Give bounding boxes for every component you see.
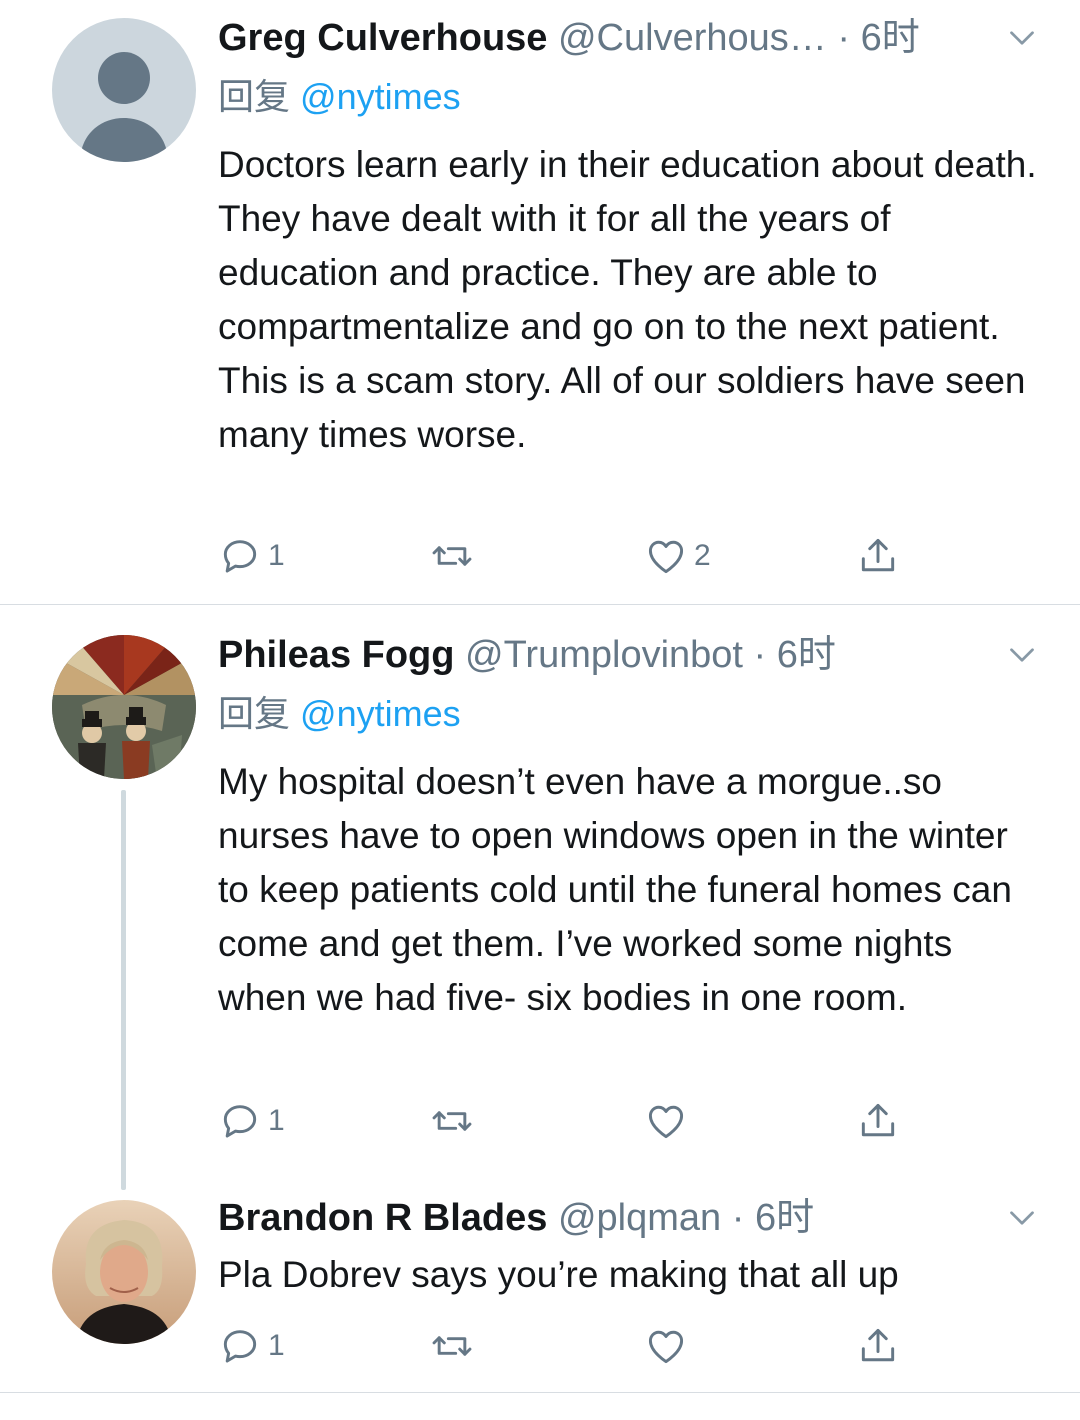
retweet-icon: [430, 534, 474, 578]
tweet-content: Greg Culverhouse @Culverhous… · 6时 回复 @n…: [218, 14, 1040, 462]
display-name[interactable]: Brandon R Blades: [218, 1197, 547, 1239]
user-handle[interactable]: @Trumplovinbot: [465, 634, 743, 676]
like-button[interactable]: 2: [644, 532, 711, 580]
share-button[interactable]: [856, 532, 900, 580]
reply-button[interactable]: 1: [218, 532, 285, 580]
reply-prefix: 回复: [218, 76, 291, 117]
tweet-text: Doctors learn early in their education a…: [218, 144, 1037, 455]
avatar[interactable]: [52, 635, 196, 779]
retweet-button[interactable]: [430, 1322, 480, 1370]
share-icon: [856, 534, 900, 578]
reply-button[interactable]: 1: [218, 1097, 285, 1145]
retweet-icon: [430, 1099, 474, 1143]
tweet-header: Phileas Fogg @Trumplovinbot · 6时: [218, 631, 1040, 679]
chevron-down-icon[interactable]: [1004, 637, 1040, 673]
reply-count: 1: [268, 1104, 285, 1137]
tweet-header: Greg Culverhouse @Culverhous… · 6时: [218, 14, 1040, 62]
timestamp[interactable]: 6时: [861, 17, 920, 59]
tweet-actions: 1: [218, 1322, 918, 1370]
retweet-button[interactable]: [430, 532, 480, 580]
share-button[interactable]: [856, 1097, 900, 1145]
mention-link[interactable]: @nytimes: [300, 693, 461, 734]
chevron-down-icon[interactable]: [1004, 1200, 1040, 1236]
separator-dot: ·: [731, 1197, 745, 1239]
balloon-illustration-icon: [52, 635, 196, 779]
avatar[interactable]: [52, 18, 196, 162]
reply-count: 1: [268, 539, 285, 572]
user-handle[interactable]: @Culverhous…: [558, 17, 827, 59]
reply-prefix: 回复: [218, 693, 291, 734]
display-name[interactable]: Phileas Fogg: [218, 634, 454, 676]
retweet-button[interactable]: [430, 1097, 480, 1145]
tweet-content: Phileas Fogg @Trumplovinbot · 6时 回复 @nyt…: [218, 631, 1040, 1025]
avatar[interactable]: [52, 1200, 196, 1344]
person-photo-icon: [52, 1200, 196, 1344]
default-avatar-icon: [52, 18, 196, 162]
retweet-icon: [430, 1324, 474, 1368]
tweet-text: My hospital doesn’t even have a morgue..…: [218, 761, 1012, 1018]
like-count: 2: [694, 539, 711, 572]
reply-count: 1: [268, 1329, 285, 1362]
reply-icon: [218, 1324, 262, 1368]
tweet[interactable]: Phileas Fogg @Trumplovinbot · 6时 回复 @nyt…: [0, 605, 1080, 1180]
user-handle[interactable]: @plqman: [558, 1197, 721, 1239]
tweet-text: Pla Dobrev says you’re making that all u…: [218, 1254, 899, 1295]
tweet[interactable]: Brandon R Blades @plqman · 6时 Pla Dobrev…: [0, 1180, 1080, 1392]
share-button[interactable]: [856, 1322, 900, 1370]
chevron-down-icon[interactable]: [1004, 20, 1040, 56]
tweet-content: Brandon R Blades @plqman · 6时 Pla Dobrev…: [218, 1194, 1040, 1302]
like-icon: [644, 1099, 688, 1143]
share-icon: [856, 1099, 900, 1143]
like-icon: [644, 534, 688, 578]
tweet-header: Brandon R Blades @plqman · 6时: [218, 1194, 1040, 1242]
reply-icon: [218, 1099, 262, 1143]
share-icon: [856, 1324, 900, 1368]
display-name[interactable]: Greg Culverhouse: [218, 17, 547, 59]
tweet-divider: [0, 1392, 1080, 1393]
reply-button[interactable]: 1: [218, 1322, 285, 1370]
like-icon: [644, 1324, 688, 1368]
tweet-actions: 1 2: [218, 532, 918, 580]
separator-dot: ·: [837, 17, 850, 59]
mention-link[interactable]: @nytimes: [300, 76, 461, 117]
like-button[interactable]: [644, 1322, 694, 1370]
replying-to: 回复 @nytimes: [218, 687, 1040, 741]
tweet-actions: 1: [218, 1097, 918, 1145]
timestamp[interactable]: 6时: [755, 1197, 814, 1239]
separator-dot: ·: [753, 634, 767, 676]
timestamp[interactable]: 6时: [777, 634, 836, 676]
like-button[interactable]: [644, 1097, 694, 1145]
reply-icon: [218, 534, 262, 578]
replying-to: 回复 @nytimes: [218, 70, 1040, 124]
tweet[interactable]: Greg Culverhouse @Culverhous… · 6时 回复 @n…: [0, 0, 1080, 604]
